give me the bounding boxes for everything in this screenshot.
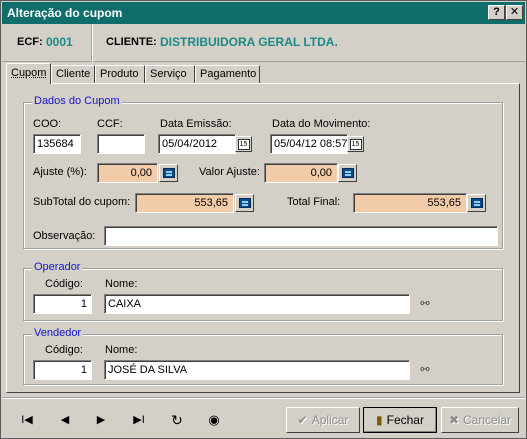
fechar-button[interactable]: ▮ Fechar: [363, 407, 437, 433]
check-icon: ✔: [297, 413, 308, 427]
operador-nome-label: Nome:: [105, 278, 138, 290]
observacao-label: Observação:: [33, 230, 96, 242]
data-movimento-field[interactable]: 05/04/12 08:57: [270, 134, 348, 154]
record-button[interactable]: ◉: [204, 411, 224, 429]
door-icon: ▮: [376, 413, 383, 427]
cliente-value: DISTRIBUIDORA GERAL LTDA.: [160, 35, 338, 49]
vendedor-nome-field[interactable]: JOSÉ DA SILVA: [104, 360, 410, 380]
tab-panel-cupom: Dados do Cupom COO: 135684 CCF: Data Emi…: [6, 83, 520, 393]
binoculars-icon[interactable]: ⚯: [417, 297, 433, 311]
binoculars-icon[interactable]: ⚯: [417, 363, 433, 377]
close-button[interactable]: ✕: [506, 5, 523, 20]
vendedor-legend: Vendedor: [32, 327, 84, 339]
previous-record-button[interactable]: ◀: [55, 411, 75, 429]
valor-ajuste-label: Valor Ajuste:: [199, 166, 260, 178]
refresh-button[interactable]: ↻: [167, 411, 187, 429]
ecf-label: ECF:: [17, 36, 43, 48]
window: Alteração do cupom ? ✕ ECF: 0001 CLIENTE…: [0, 0, 527, 439]
data-emissao-label: Data Emissão:: [160, 118, 232, 130]
total-final-label: Total Final:: [287, 196, 341, 208]
window-title: Alteração do cupom: [7, 6, 123, 20]
data-movimento-label: Data do Movimento:: [272, 118, 371, 130]
coo-label: COO:: [33, 118, 62, 130]
calculator-icon[interactable]: [338, 164, 357, 182]
dados-cupom-legend: Dados do Cupom: [32, 95, 122, 107]
ecf-value: 0001: [46, 35, 73, 49]
vendedor-group: Vendedor Código: 1 Nome: JOSÉ DA SILVA ⚯: [23, 327, 503, 385]
tab-servico[interactable]: Serviço: [145, 65, 195, 83]
ajuste-pct-field[interactable]: 0,00: [97, 163, 158, 183]
dados-cupom-group: Dados do Cupom COO: 135684 CCF: Data Emi…: [23, 95, 503, 249]
vendedor-codigo-label: Código:: [45, 344, 83, 356]
vendedor-codigo-field[interactable]: 1: [33, 360, 92, 380]
operador-codigo-label: Código:: [45, 278, 83, 290]
tab-cliente[interactable]: Cliente: [51, 65, 95, 83]
last-record-button[interactable]: ▶I: [129, 411, 149, 429]
coo-field[interactable]: 135684: [33, 134, 81, 154]
calculator-icon[interactable]: [467, 194, 486, 212]
ccf-label: CCF:: [97, 118, 123, 130]
subtotal-label: SubTotal do cupom:: [33, 196, 131, 208]
tab-pagamento[interactable]: Pagamento: [195, 65, 260, 83]
cancelar-button[interactable]: ✖ Cancelar: [441, 407, 519, 433]
operador-codigo-field[interactable]: 1: [33, 294, 92, 314]
calculator-icon[interactable]: [159, 164, 178, 182]
x-icon: ✖: [448, 413, 460, 427]
calendar-icon[interactable]: 15: [235, 136, 252, 152]
next-record-button[interactable]: ▶: [91, 411, 111, 429]
aplicar-button[interactable]: ✔ Aplicar: [286, 407, 360, 433]
title-bar: Alteração do cupom ? ✕: [2, 2, 525, 24]
ajuste-pct-label: Ajuste (%):: [33, 166, 87, 178]
observacao-field[interactable]: [104, 226, 498, 246]
calculator-icon[interactable]: [235, 194, 254, 212]
help-button[interactable]: ?: [488, 5, 505, 20]
total-final-field[interactable]: 553,65: [353, 193, 467, 213]
tab-cupom[interactable]: Cupom: [6, 63, 51, 84]
tab-produto[interactable]: Produto: [95, 65, 145, 83]
valor-ajuste-field[interactable]: 0,00: [264, 163, 338, 183]
cliente-label: CLIENTE:: [106, 36, 157, 48]
operador-nome-field[interactable]: CAIXA: [104, 294, 410, 314]
header: ECF: 0001 CLIENTE: DISTRIBUIDORA GERAL L…: [2, 24, 525, 62]
first-record-button[interactable]: I◀: [17, 411, 37, 429]
calendar-icon[interactable]: 15: [347, 136, 364, 152]
footer-divider: [2, 397, 525, 399]
ccf-field[interactable]: [97, 134, 145, 154]
subtotal-field[interactable]: 553,65: [135, 193, 234, 213]
header-divider: [91, 24, 93, 62]
operador-group: Operador Código: 1 Nome: CAIXA ⚯: [23, 261, 503, 321]
vendedor-nome-label: Nome:: [105, 344, 138, 356]
operador-legend: Operador: [32, 261, 83, 273]
data-emissao-field[interactable]: 05/04/2012: [158, 134, 236, 154]
